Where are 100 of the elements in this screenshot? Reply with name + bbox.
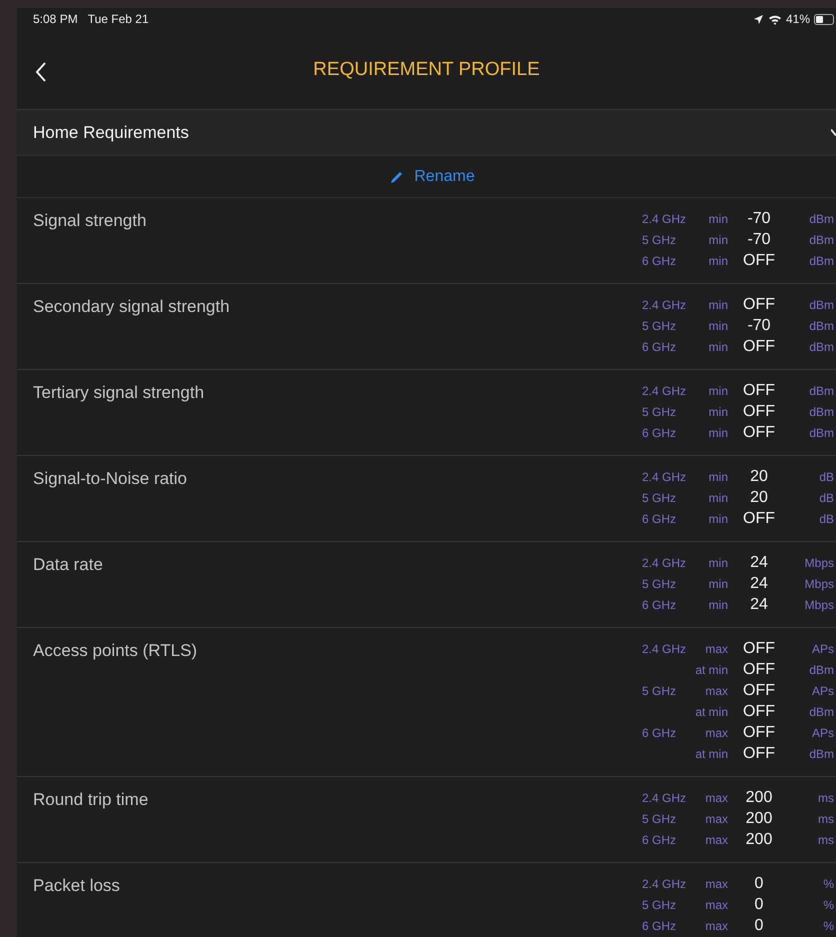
status-date: Tue Feb 21: [88, 12, 149, 26]
requirement-name: Data rate: [33, 555, 103, 576]
limit-label: min: [708, 340, 728, 354]
band-label: 2.4 GHz: [642, 876, 688, 890]
location-icon: [752, 14, 764, 24]
band-label: 2.4 GHz: [642, 470, 688, 484]
band-label: 6 GHz: [642, 426, 678, 440]
unit-label: %: [822, 898, 835, 912]
limit-label: min: [708, 576, 728, 590]
threshold-value[interactable]: OFF: [728, 402, 790, 420]
unit-label: APs: [810, 642, 835, 656]
threshold-value[interactable]: OFF: [728, 660, 790, 678]
threshold-value[interactable]: 0: [728, 896, 790, 914]
band-label: 5 GHz: [642, 490, 678, 504]
pencil-icon: [390, 170, 404, 184]
unit-label: dB: [818, 490, 835, 504]
threshold-value[interactable]: 200: [728, 788, 790, 806]
requirement-name: Secondary signal strength: [33, 297, 230, 318]
threshold-value[interactable]: 20: [728, 468, 790, 486]
limit-label: min: [708, 298, 728, 312]
limit-label: min: [708, 232, 728, 246]
threshold-value[interactable]: OFF: [728, 510, 790, 528]
threshold-value[interactable]: 200: [728, 810, 790, 828]
unit-label: dB: [818, 470, 835, 484]
page-title: REQUIREMENT PROFILE: [313, 58, 540, 80]
unit-label: Mbps: [804, 576, 835, 590]
limit-label: at min: [694, 662, 728, 676]
unit-label: dB: [818, 512, 835, 526]
unit-label: dBm: [808, 298, 835, 312]
limit-label: min: [708, 598, 728, 612]
threshold-value[interactable]: OFF: [728, 744, 790, 762]
unit-label: dBm: [808, 746, 835, 760]
band-label: 2.4 GHz: [642, 384, 688, 398]
threshold-value[interactable]: OFF: [728, 338, 790, 356]
threshold-value[interactable]: OFF: [728, 640, 790, 658]
band-label: 2.4 GHz: [642, 790, 688, 804]
wifi-icon: [768, 14, 782, 24]
threshold-value[interactable]: -70: [728, 316, 790, 334]
threshold-value[interactable]: OFF: [728, 424, 790, 442]
band-label: 6 GHz: [642, 254, 678, 268]
band-label: 2.4 GHz: [642, 212, 688, 226]
band-label: 6 GHz: [642, 918, 678, 932]
band-label: 5 GHz: [642, 898, 678, 912]
limit-label: max: [704, 918, 728, 932]
requirement-name: Tertiary signal strength: [33, 383, 204, 404]
profile-row[interactable]: Home Requirements: [17, 110, 836, 156]
limit-label: min: [708, 470, 728, 484]
limit-label: max: [704, 642, 728, 656]
unit-label: dBm: [808, 318, 835, 332]
profile-name: Home Requirements: [33, 122, 189, 142]
band-label: 2.4 GHz: [642, 556, 688, 570]
unit-label: dBm: [808, 232, 835, 246]
unit-label: dBm: [808, 254, 835, 268]
unit-label: dBm: [808, 384, 835, 398]
threshold-value[interactable]: 24: [728, 554, 790, 572]
unit-label: ms: [817, 832, 835, 846]
limit-label: min: [708, 512, 728, 526]
threshold-value[interactable]: OFF: [728, 682, 790, 700]
band-label: 2.4 GHz: [642, 298, 688, 312]
unit-label: dBm: [808, 340, 835, 354]
status-time: 5:08 PM: [33, 12, 78, 26]
threshold-value[interactable]: OFF: [728, 296, 790, 314]
band-label: 5 GHz: [642, 232, 678, 246]
band-label: 6 GHz: [642, 726, 678, 740]
threshold-value[interactable]: OFF: [728, 382, 790, 400]
band-label: 5 GHz: [642, 684, 678, 698]
battery-percent: 41%: [786, 12, 810, 26]
limit-label: max: [704, 790, 728, 804]
battery-icon: [814, 14, 834, 24]
band-label: 5 GHz: [642, 318, 678, 332]
unit-label: ms: [817, 812, 835, 826]
threshold-value[interactable]: -70: [728, 230, 790, 248]
limit-label: max: [704, 898, 728, 912]
threshold-value[interactable]: OFF: [728, 252, 790, 270]
unit-label: ms: [817, 790, 835, 804]
limit-label: max: [704, 684, 728, 698]
unit-label: APs: [810, 684, 835, 698]
limit-label: at min: [694, 746, 728, 760]
unit-label: dBm: [808, 404, 835, 418]
chevron-icon: [831, 129, 836, 136]
threshold-value[interactable]: 20: [728, 488, 790, 506]
unit-label: dBm: [808, 426, 835, 440]
threshold-value[interactable]: 0: [728, 916, 790, 934]
threshold-value[interactable]: 0: [728, 874, 790, 892]
limit-label: min: [708, 254, 728, 268]
threshold-value[interactable]: 24: [728, 574, 790, 592]
threshold-value[interactable]: OFF: [728, 724, 790, 742]
rename-button[interactable]: Rename: [386, 156, 479, 197]
back-icon: [35, 62, 47, 82]
limit-label: max: [704, 876, 728, 890]
band-label: 2.4 GHz: [642, 642, 688, 656]
threshold-value[interactable]: 24: [728, 596, 790, 614]
threshold-value[interactable]: 200: [728, 830, 790, 848]
limit-label: min: [708, 318, 728, 332]
band-label: 5 GHz: [642, 576, 678, 590]
unit-label: %: [822, 876, 835, 890]
threshold-value[interactable]: OFF: [728, 702, 790, 720]
unit-label: %: [822, 918, 835, 932]
requirement-name: Signal-to-Noise ratio: [33, 469, 188, 490]
threshold-value[interactable]: -70: [728, 210, 790, 228]
